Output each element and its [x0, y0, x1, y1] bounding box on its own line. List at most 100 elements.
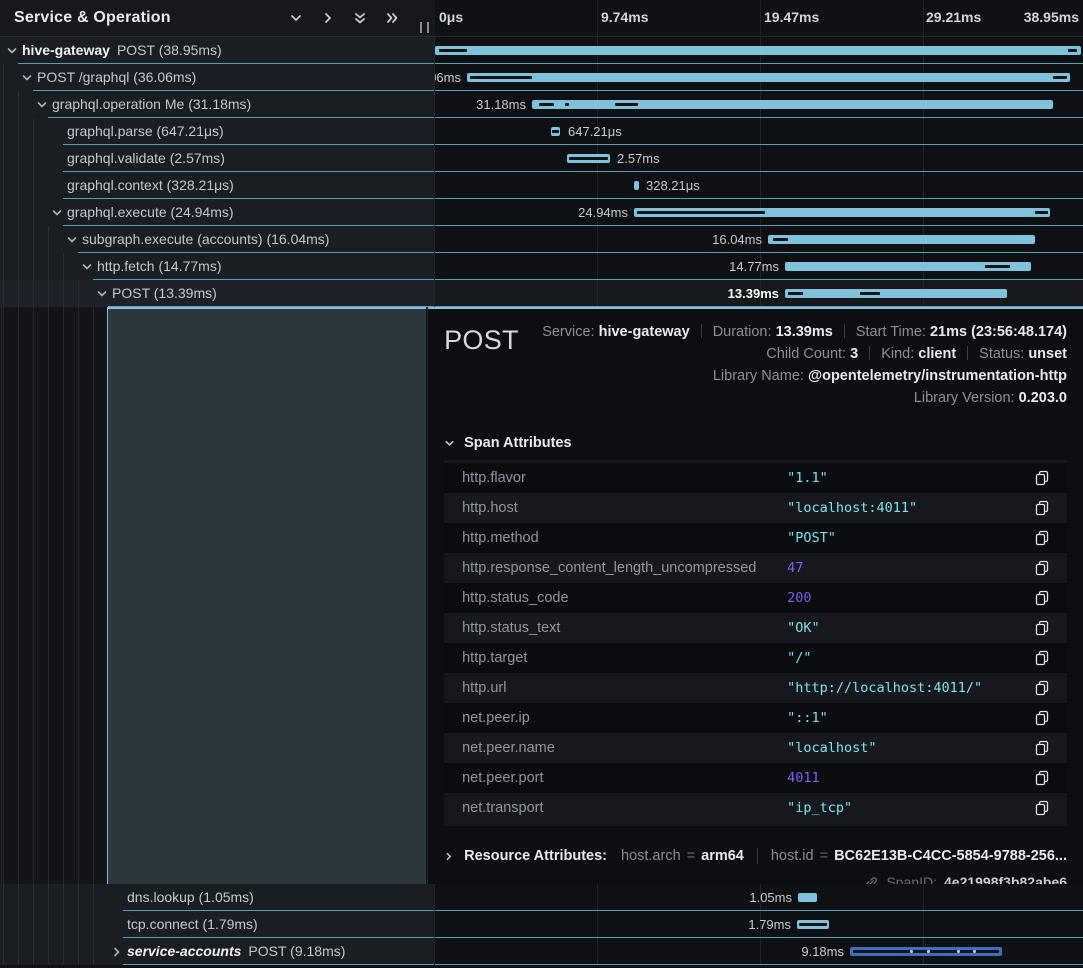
attribute-row: http.flavor"1.1"	[444, 463, 1067, 493]
timeline-tick: 29.21ms	[926, 9, 981, 25]
span-duration-label: 16.04ms	[712, 232, 762, 247]
span-bar[interactable]	[435, 46, 1081, 55]
selected-span-strip	[0, 307, 428, 884]
chevron-down-icon[interactable]	[289, 11, 303, 25]
tree-row[interactable]: graphql.execute (24.94ms) 24.94ms	[0, 199, 1083, 226]
timeline-tick: 19.47ms	[764, 9, 819, 25]
attribute-value: 47	[787, 560, 1027, 576]
attribute-row: http.host"localhost:4011"	[444, 493, 1067, 523]
attribute-key: net.peer.port	[462, 770, 787, 786]
span-bar[interactable]	[797, 920, 829, 929]
copy-icon[interactable]	[1035, 680, 1049, 696]
copy-icon[interactable]	[1035, 650, 1049, 666]
tree-row-selected[interactable]: POST (13.39ms) 13.39ms	[0, 280, 1083, 307]
copy-icon[interactable]	[1035, 710, 1049, 726]
span-label: graphql.operation Me (31.18ms)	[52, 96, 251, 112]
copy-icon[interactable]	[1035, 800, 1049, 816]
span-duration-label: 1.05ms	[749, 890, 792, 905]
tree-row[interactable]: http.fetch (14.77ms) 14.77ms	[0, 253, 1083, 280]
span-duration-label: 24.94ms	[578, 205, 628, 220]
service-name: hive-gateway	[22, 42, 110, 58]
tree-row[interactable]: graphql.context (328.21μs) 328.21μs	[0, 172, 1083, 199]
tree-row[interactable]: graphql.validate (2.57ms) 2.57ms	[0, 145, 1083, 172]
span-bar[interactable]	[798, 893, 817, 902]
chevron-down-icon[interactable]	[51, 207, 63, 219]
attribute-row: http.method"POST"	[444, 523, 1067, 553]
span-label: tcp.connect (1.79ms)	[127, 916, 258, 932]
meta-start-time: 21ms (23:56:48.174)	[930, 324, 1067, 340]
span-bar[interactable]	[785, 262, 1031, 271]
attribute-key: http.url	[462, 680, 787, 696]
attribute-key: http.method	[462, 530, 787, 546]
attribute-row: net.peer.port4011	[444, 763, 1067, 793]
tree-row[interactable]: subgraph.execute (accounts) (16.04ms) 16…	[0, 226, 1083, 253]
attribute-value: "POST"	[787, 530, 1027, 546]
span-bar[interactable]	[532, 100, 1053, 109]
copy-icon[interactable]	[1035, 500, 1049, 516]
span-bar[interactable]	[634, 208, 1050, 217]
chevron-right-icon[interactable]	[111, 946, 123, 958]
header-row: Service & Operation 0μs 9.74ms 19.4	[0, 0, 1083, 37]
meta-line-4: Library Version: 0.203.0	[542, 387, 1067, 409]
span-label: POST /graphql (36.06ms)	[37, 69, 196, 85]
tree-row[interactable]: dns.lookup (1.05ms) 1.05ms	[0, 884, 1083, 911]
attribute-value: 4011	[787, 770, 1027, 786]
span-duration-label: 1.79ms	[748, 917, 791, 932]
trace-timeline-view: Service & Operation 0μs 9.74ms 19.4	[0, 0, 1083, 968]
span-bar[interactable]	[785, 289, 1007, 298]
column-resizer-grip[interactable]	[420, 22, 429, 33]
chevron-right-icon	[444, 851, 454, 862]
span-bar[interactable]	[567, 154, 610, 163]
chevron-down-icon[interactable]	[21, 72, 33, 84]
meta-child-count: 3	[850, 346, 858, 362]
chevron-down-icon[interactable]	[6, 45, 18, 57]
attribute-key: http.status_text	[462, 620, 787, 636]
tree-row[interactable]: service-accountsPOST (9.18ms) 9.18ms	[0, 938, 1083, 965]
chevron-down-icon[interactable]	[66, 234, 78, 246]
attribute-value: "http://localhost:4011/"	[787, 680, 1027, 696]
tree-row[interactable]: hive-gatewayPOST (38.95ms)	[0, 37, 1083, 64]
chevron-down-icon[interactable]	[36, 99, 48, 111]
meta-duration: 13.39ms	[776, 324, 833, 340]
copy-icon[interactable]	[1035, 530, 1049, 546]
copy-icon[interactable]	[1035, 560, 1049, 576]
copy-icon[interactable]	[1035, 470, 1049, 486]
chevron-right-icon[interactable]	[321, 11, 335, 25]
double-chevron-down-icon[interactable]	[353, 11, 367, 25]
tree-row[interactable]: POST /graphql (36.06ms) 36.06ms	[0, 64, 1083, 91]
attribute-key: http.status_code	[462, 590, 787, 606]
resource-attributes-header[interactable]: Resource Attributes: host.arch=arm64 hos…	[444, 848, 1067, 864]
chevron-down-icon[interactable]	[96, 288, 108, 300]
double-chevron-right-icon[interactable]	[385, 11, 399, 25]
span-label: subgraph.execute (accounts) (16.04ms)	[82, 231, 329, 247]
span-duration-label: 31.18ms	[476, 97, 526, 112]
timeline-ruler: 0μs 9.74ms 19.47ms 29.21ms 38.95ms	[435, 0, 1083, 37]
span-label: graphql.validate (2.57ms)	[67, 150, 225, 166]
copy-icon[interactable]	[1035, 620, 1049, 636]
tree-row[interactable]: tcp.connect (1.79ms) 1.79ms	[0, 911, 1083, 938]
span-bar[interactable]	[467, 73, 1070, 82]
meta-line-3: Library Name: @opentelemetry/instrumenta…	[542, 365, 1067, 387]
span-detail-panel: POST Service: hive-gatewayDuration: 13.3…	[428, 307, 1083, 884]
attribute-row: net.transport"ip_tcp"	[444, 793, 1067, 823]
span-bar[interactable]	[551, 127, 560, 136]
timeline-tick: 0μs	[439, 9, 463, 25]
copy-icon[interactable]	[1035, 770, 1049, 786]
span-bar[interactable]	[768, 235, 1035, 244]
span-bar[interactable]	[634, 181, 639, 190]
attribute-row: http.status_text"OK"	[444, 613, 1067, 643]
tree-row[interactable]: graphql.parse (647.21μs) 647.21μs	[0, 118, 1083, 145]
tree-row[interactable]: graphql.operation Me (31.18ms) 31.18ms	[0, 91, 1083, 118]
copy-icon[interactable]	[1035, 590, 1049, 606]
span-attributes-header[interactable]: Span Attributes	[444, 435, 1067, 451]
span-bar[interactable]	[850, 947, 1002, 956]
chevron-down-icon[interactable]	[81, 261, 93, 273]
meta-library-name: @opentelemetry/instrumentation-http	[808, 368, 1067, 384]
timeline-tick: 9.74ms	[601, 9, 648, 25]
resource-key: host.arch	[621, 848, 681, 864]
selected-span-highlight-box	[107, 307, 426, 884]
span-duration-label: 647.21μs	[568, 124, 622, 139]
attribute-row: http.url"http://localhost:4011/"	[444, 673, 1067, 703]
span-duration-label: 328.21μs	[646, 178, 700, 193]
copy-icon[interactable]	[1035, 740, 1049, 756]
